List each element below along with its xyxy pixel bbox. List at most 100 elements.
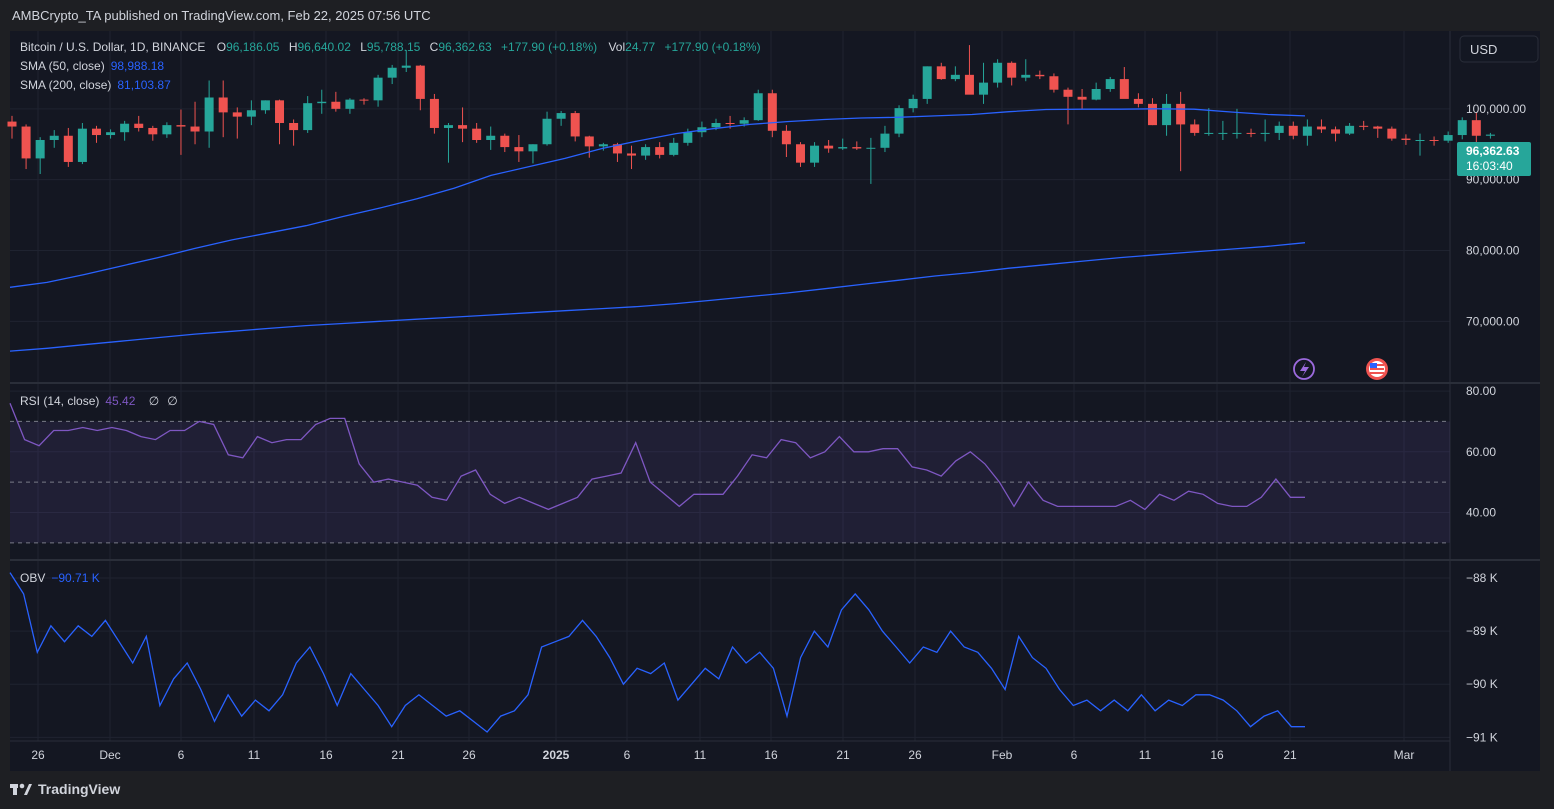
candle: [1147, 98, 1157, 126]
candle: [1190, 119, 1200, 136]
candle: [528, 144, 538, 164]
candle: [514, 135, 524, 162]
time-tick-label: 6: [624, 748, 631, 762]
candle: [1091, 82, 1101, 101]
candle: [1162, 93, 1172, 136]
candle: [1274, 121, 1284, 140]
candle: [1204, 108, 1214, 136]
time-tick-label: 6: [178, 748, 185, 762]
candle: [35, 137, 45, 174]
time-tick-label: 26: [908, 748, 922, 762]
sma200-legend: SMA (200, close) 81,103.87: [20, 78, 171, 92]
candle: [458, 107, 468, 143]
candle: [1387, 126, 1397, 141]
candle: [190, 101, 200, 145]
candle: [1429, 136, 1439, 146]
candle: [795, 142, 805, 167]
candle: [106, 129, 116, 139]
brand-name: TradingView: [38, 781, 121, 797]
candle: [246, 100, 256, 126]
symbol-title: Bitcoin / U.S. Dollar, 1D, BINANCE: [20, 40, 205, 54]
candle: [936, 62, 946, 80]
candle: [289, 119, 299, 146]
candle: [162, 122, 172, 138]
candle: [1401, 134, 1411, 145]
time-tick-label: Feb: [992, 748, 1013, 762]
main-legend: Bitcoin / U.S. Dollar, 1D, BINANCE O96,1…: [20, 40, 761, 92]
tradingview-logo-icon: [10, 783, 32, 795]
current-price: 96,362.63: [1466, 144, 1520, 158]
candle: [1457, 117, 1467, 140]
candle: [838, 138, 848, 150]
candle: [134, 115, 144, 132]
candle: [655, 142, 665, 159]
candle: [317, 89, 327, 114]
candle: [1260, 119, 1270, 142]
time-tick-label: 26: [31, 748, 45, 762]
us-flag-icon[interactable]: [1366, 358, 1388, 380]
brand-footer[interactable]: TradingView: [10, 781, 120, 797]
time-tick-label: 26: [462, 748, 476, 762]
candle: [486, 126, 496, 150]
currency-button[interactable]: USD: [1459, 35, 1539, 63]
lightning-icon[interactable]: [1293, 358, 1315, 380]
svg-text:Bitcoin / U.S. Dollar, 1D, BIN: Bitcoin / U.S. Dollar, 1D, BINANCE O96,1…: [20, 40, 761, 54]
time-tick-label: Mar: [1394, 748, 1415, 762]
candle: [964, 45, 974, 95]
candle: [120, 120, 130, 141]
currency-label[interactable]: USD: [1470, 42, 1497, 57]
axis-tick-label: −88 K: [1466, 571, 1498, 585]
candle: [1316, 119, 1326, 133]
price-axis[interactable]: 100,000.0090,000.0080,000.0070,000.00: [1466, 102, 1526, 329]
time-tick-label: 11: [248, 748, 261, 762]
candle: [824, 140, 834, 153]
time-tick-label: 21: [1283, 748, 1297, 762]
candle: [1176, 91, 1186, 172]
candle: [21, 124, 31, 170]
candle: [415, 64, 425, 111]
time-axis[interactable]: 26 Dec 6 11 16 21 26 2025 6 11 16 21 26 Feb 6 11 16 21 Mar: [31, 748, 1414, 762]
candle: [1218, 120, 1228, 140]
candle: [1077, 89, 1087, 109]
candle: [866, 137, 876, 184]
candle: [781, 125, 791, 157]
candle: [1021, 59, 1031, 82]
candle: [1443, 131, 1453, 143]
obv-axis[interactable]: −88 K −89 K −90 K −91 K: [1466, 571, 1498, 744]
candle: [1133, 93, 1143, 108]
candle: [387, 64, 397, 85]
candle: [500, 133, 510, 153]
sma50-line: [9, 108, 1306, 288]
candle: [1331, 126, 1341, 142]
axis-tick-label: 60.00: [1466, 445, 1496, 459]
candle: [641, 144, 651, 160]
candle: [556, 110, 566, 126]
svg-text:OBV−90.71 K: OBV −90.71 K: [20, 571, 100, 585]
candle: [1246, 128, 1256, 138]
chart-canvas[interactable]: 100,000.0090,000.0080,000.0070,000.00 80…: [0, 0, 1554, 809]
candle: [176, 109, 186, 155]
candle: [542, 111, 552, 146]
candle: [852, 141, 862, 150]
axis-tick-label: 80.00: [1466, 384, 1496, 398]
rsi-axis[interactable]: 80.00 60.00 40.00: [1466, 384, 1496, 519]
candle: [908, 94, 918, 113]
axis-tick-label: −89 K: [1466, 624, 1498, 638]
candle: [810, 142, 820, 167]
candle: [373, 74, 383, 107]
candle: [1049, 73, 1059, 93]
candle: [1105, 76, 1115, 92]
candle: [303, 96, 313, 133]
candle: [1035, 70, 1045, 80]
obv-legend: OBV −90.71 K: [20, 571, 100, 585]
time-tick-label: 21: [391, 748, 405, 762]
candle: [91, 125, 101, 143]
time-tick-label: 16: [1210, 748, 1224, 762]
candle: [669, 137, 679, 157]
candle: [472, 123, 482, 143]
candle: [950, 66, 960, 82]
axis-tick-label: 100,000.00: [1466, 102, 1526, 116]
bar-countdown: 16:03:40: [1466, 159, 1513, 173]
time-tick-label: 6: [1071, 748, 1078, 762]
candle: [880, 125, 890, 153]
